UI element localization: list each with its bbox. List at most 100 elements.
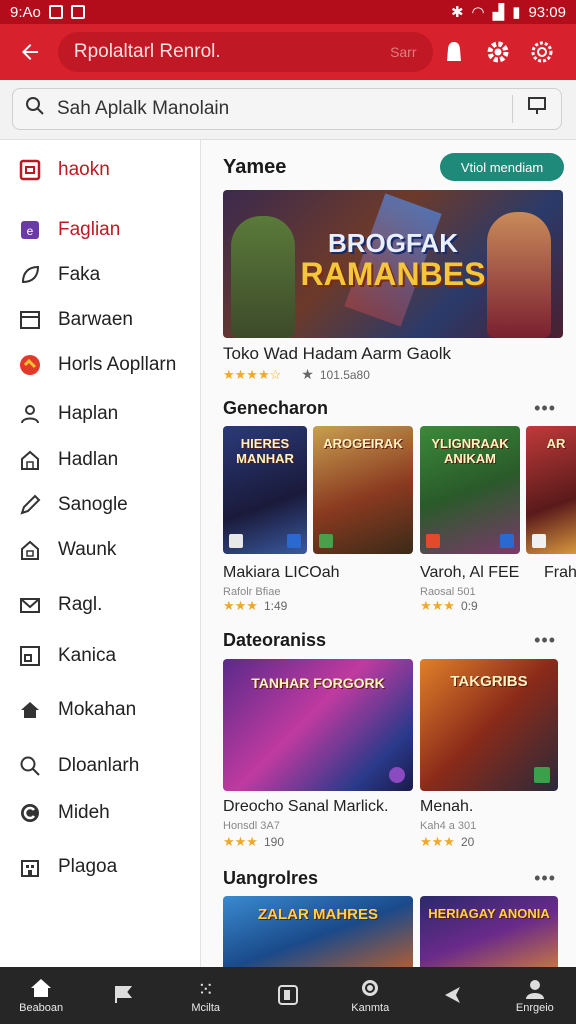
sidebar-item-9[interactable]: Waunk (18, 538, 116, 562)
nav-flag[interactable] (82, 967, 164, 1024)
rating-stars: ★★★ (223, 598, 258, 613)
search-bubble-icon (359, 978, 381, 1002)
search-icon (25, 96, 45, 122)
more-options-icon[interactable]: ••• (534, 868, 556, 889)
sidebar-item-6[interactable]: Haplan (18, 402, 118, 426)
section-title: Uangrolres (223, 868, 319, 888)
rating-stars: ★★★★☆ (223, 366, 282, 382)
store-badge (287, 534, 301, 548)
featured-section-title: Yamee (223, 156, 287, 178)
sidebar: haokn e Faglian Faka Barwaen Horls Aopll… (0, 140, 201, 967)
app-search-field[interactable]: Rpolaltarl Renrol. Sarr (57, 32, 433, 72)
nav-media[interactable]: ⁙ Mcilta (165, 967, 247, 1024)
game-name[interactable]: Dreocho Sanal Marlick. (223, 798, 388, 816)
game-name[interactable]: Makiara LICOah (223, 564, 340, 582)
sidebar-item-15[interactable]: Plagoa (18, 855, 117, 879)
search-row: Sah Aplalk Manolain (0, 80, 576, 140)
tablet-icon (277, 984, 299, 1008)
sidebar-item-home[interactable]: haokn (18, 158, 110, 182)
hero-logo-line1: BROGFAK (328, 228, 458, 258)
game-name[interactable]: Frah (544, 564, 576, 582)
rating-stars: ★★★ (223, 834, 258, 849)
hero-character-left (231, 216, 295, 338)
gmail-icon (70, 5, 85, 19)
back-arrow-icon[interactable] (12, 34, 48, 70)
sidebar-item-apps[interactable]: e Faglian (18, 218, 120, 242)
game-name[interactable]: Varoh, Al FEE (420, 564, 519, 582)
pencil-icon (18, 493, 42, 517)
nav-home[interactable]: Beaboan (0, 967, 82, 1024)
age-rating-badge (426, 534, 440, 548)
game-name[interactable]: Menah. (420, 798, 473, 816)
game-rating: ★★★ 0:9 (420, 598, 478, 613)
game-thumbnail[interactable]: YLIGNRAAK ANIKAM (420, 426, 520, 554)
app-search-value: Rpolaltarl Renrol. (73, 41, 221, 62)
age-rating-badge (532, 534, 546, 548)
section-title: Genecharon (223, 398, 329, 418)
nav-share[interactable] (411, 967, 493, 1024)
dots-grid-icon: ⁙ (197, 978, 215, 1001)
frame-icon (18, 644, 42, 668)
account-icon[interactable] (433, 32, 477, 72)
search-divider (512, 95, 513, 123)
featured-hero-banner[interactable]: BROGFAK RAMANBES (223, 190, 563, 338)
hero-logo-line2: RAMANBES (300, 256, 486, 292)
settings-gear-icon[interactable] (476, 32, 520, 72)
building-icon (18, 855, 42, 879)
house-icon (18, 448, 42, 472)
nav-profile[interactable]: Enrgeio (494, 967, 576, 1024)
sidebar-item-3[interactable]: Faka (18, 263, 100, 287)
sidebar-item-7[interactable]: Hadlan (18, 448, 118, 472)
notification-icon (48, 5, 63, 19)
age-rating-badge (319, 534, 333, 548)
nav-search[interactable]: Kanmta (329, 967, 411, 1024)
home-outline-icon (18, 538, 42, 562)
game-thumbnail[interactable]: TAKGRIBS (420, 659, 558, 791)
sidebar-item-14[interactable]: Mideh (18, 801, 110, 825)
featured-game-title[interactable]: Toko Wad Hadam Aarm Gaolk (223, 344, 451, 364)
game-developer: Rafolr Bfiae (223, 586, 281, 598)
bluetooth-icon: ✱ (450, 4, 464, 21)
apps-box-icon: e (18, 218, 42, 242)
game-thumbnail[interactable]: ZALAR MAHRES (223, 896, 413, 967)
section-title: Dateoraniss (223, 630, 327, 650)
search-input[interactable]: Sah Aplalk Manolain (12, 88, 562, 130)
game-thumbnail[interactable]: AROGEIRAK (313, 426, 413, 554)
store-badge (500, 534, 514, 548)
game-developer: Raosal 501 (420, 586, 476, 598)
sidebar-item-5[interactable]: Horls Aopllarn (18, 353, 176, 377)
signal-icon: ▟ (492, 4, 505, 21)
colorful-badge-icon (18, 353, 42, 377)
person-icon (524, 978, 546, 1002)
app-search-hint: Sarr (390, 44, 417, 60)
status-bar: 9:Ao ✱ ◠ ▟ ▮ 93:09 (0, 0, 576, 24)
battery-icon: ▮ (512, 4, 521, 21)
featured-rating: ★★★★☆ ★ 101.5a80 (223, 366, 370, 383)
sidebar-item-13[interactable]: Dloanlarh (18, 754, 139, 778)
game-developer: Kah4 a 301 (420, 820, 477, 832)
game-rating: ★★★ 1:49 (223, 598, 288, 613)
game-thumbnail[interactable]: HIERES MANHAR (223, 426, 307, 554)
game-developer: Honsdl 3A7 (223, 820, 280, 832)
star-icon: ★ (301, 366, 314, 382)
featured-meta: 101.5a80 (319, 367, 370, 382)
sidebar-item-4[interactable]: Barwaen (18, 308, 133, 332)
nav-tablet[interactable] (247, 967, 329, 1024)
featured-pill-button[interactable]: Vtiol mendiam (440, 153, 564, 181)
store-badge (389, 767, 405, 783)
house-filled-icon (18, 698, 42, 722)
status-time-right: 93:09 (528, 3, 566, 21)
sidebar-item-8[interactable]: Sanogle (18, 493, 128, 517)
more-options-icon[interactable]: ••• (534, 398, 556, 419)
game-thumbnail[interactable]: HERIAGAY ANONIA (420, 896, 558, 967)
sidebar-item-11[interactable]: Kanica (18, 644, 116, 668)
more-options-icon[interactable]: ••• (534, 630, 556, 651)
game-thumbnail[interactable]: AR (526, 426, 576, 554)
options-gear-icon[interactable] (520, 32, 564, 72)
wifi-icon: ◠ (471, 4, 485, 21)
game-thumbnail[interactable]: TANHAR FORGORK (223, 659, 413, 791)
cast-icon[interactable] (527, 96, 549, 122)
sidebar-item-10[interactable]: Ragl. (18, 593, 102, 617)
sidebar-item-12[interactable]: Mokahan (18, 698, 136, 722)
window-icon (18, 308, 42, 332)
